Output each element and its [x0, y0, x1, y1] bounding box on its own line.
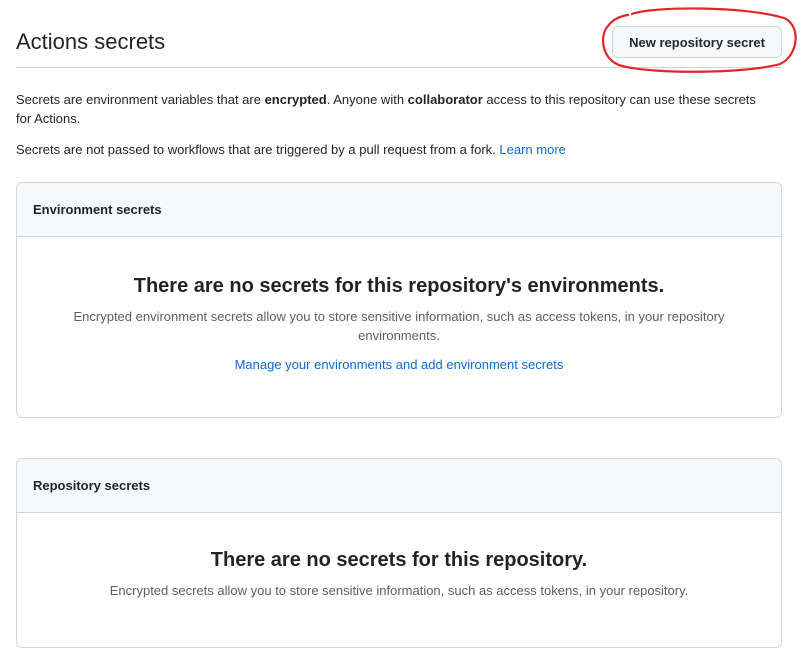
environment-secrets-empty-text: Encrypted environment secrets allow you … — [73, 309, 725, 343]
environment-secrets-header: Environment secrets — [17, 183, 781, 237]
learn-more-link[interactable]: Learn more — [499, 142, 565, 157]
new-repository-secret-button[interactable]: New repository secret — [612, 26, 782, 58]
collaborator-emphasis: collaborator — [407, 92, 483, 107]
manage-environments-link[interactable]: Manage your environments and add environ… — [235, 357, 564, 372]
page-header: Actions secrets New repository secret — [16, 16, 782, 68]
page-title: Actions secrets — [16, 29, 166, 54]
environment-secrets-box: Environment secrets There are no secrets… — [16, 182, 782, 418]
repository-secrets-box: Repository secrets There are no secrets … — [16, 458, 782, 648]
encrypted-emphasis: encrypted — [264, 92, 327, 107]
repository-secrets-empty-text: Encrypted secrets allow you to store sen… — [109, 583, 689, 598]
fork-note: Secrets are not passed to workflows that… — [16, 142, 566, 157]
intro-paragraph: Secrets are environment variables that a… — [16, 92, 756, 126]
repository-secrets-blankslate: There are no secrets for this repository… — [17, 513, 781, 600]
environment-secrets-blankslate: There are no secrets for this repository… — [17, 237, 781, 374]
repository-secrets-empty-title: There are no secrets for this repository… — [210, 549, 588, 571]
environment-secrets-empty-title: There are no secrets for this repository… — [133, 275, 665, 297]
repository-secrets-header: Repository secrets — [17, 459, 781, 513]
